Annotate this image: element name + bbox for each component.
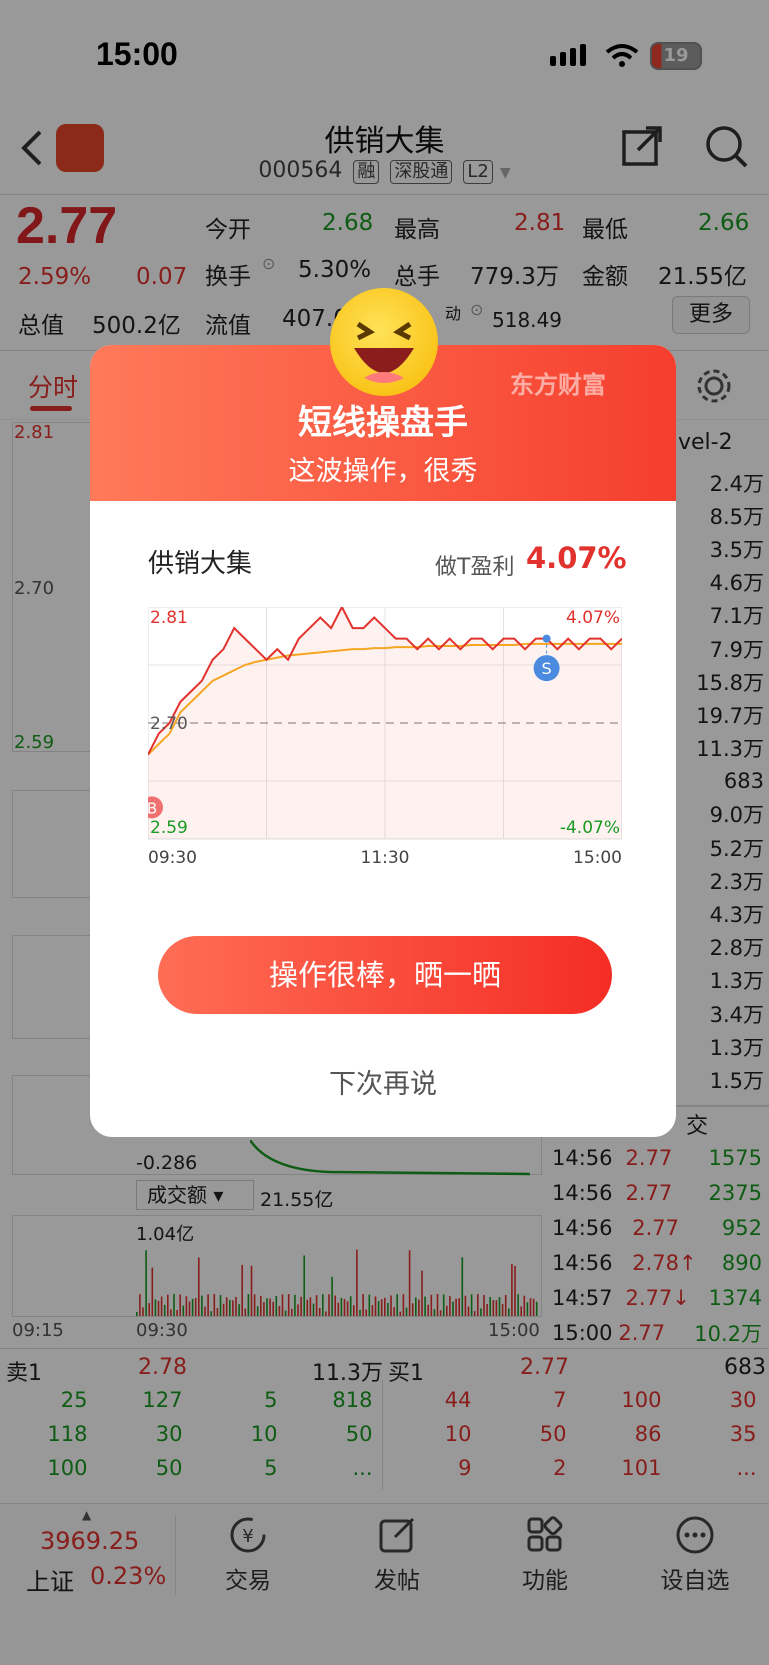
later-button[interactable]: 下次再说	[90, 1062, 676, 1101]
x-label-midday: 11:30	[361, 848, 410, 868]
sell-point	[542, 634, 551, 643]
profit-chart: 2.81 2.70 2.59 4.07% -4.07% 09:30 11:30 15:00 B S	[148, 607, 622, 868]
y-label-bottom: 2.59	[150, 818, 188, 838]
modal-subtitle: 这波操作，很秀	[288, 456, 478, 487]
pct-label-top: 4.07%	[566, 608, 620, 628]
laughing-emoji-icon	[330, 288, 438, 396]
sell-marker-label: S	[542, 659, 552, 678]
y-label-top: 2.81	[150, 608, 188, 628]
y-label-mid: 2.70	[150, 714, 188, 734]
modal-title: 短线操盘手	[298, 403, 468, 443]
profit-label: 做T盈利	[435, 555, 515, 580]
x-label-close: 15:00	[573, 848, 622, 868]
profit-modal: 东方财富 短线操盘手 这波操作，很秀 供销大集 做T盈利 4.07% 2.81 2…	[90, 345, 676, 1137]
buy-marker-label: B	[148, 799, 157, 817]
modal-stock-name: 供销大集	[148, 549, 253, 579]
share-profit-button[interactable]: 操作很棒，晒一晒	[158, 936, 612, 1014]
pct-label-bottom: -4.07%	[560, 818, 620, 838]
x-label-open: 09:30	[148, 848, 197, 868]
profit-value: 4.07%	[526, 541, 627, 575]
